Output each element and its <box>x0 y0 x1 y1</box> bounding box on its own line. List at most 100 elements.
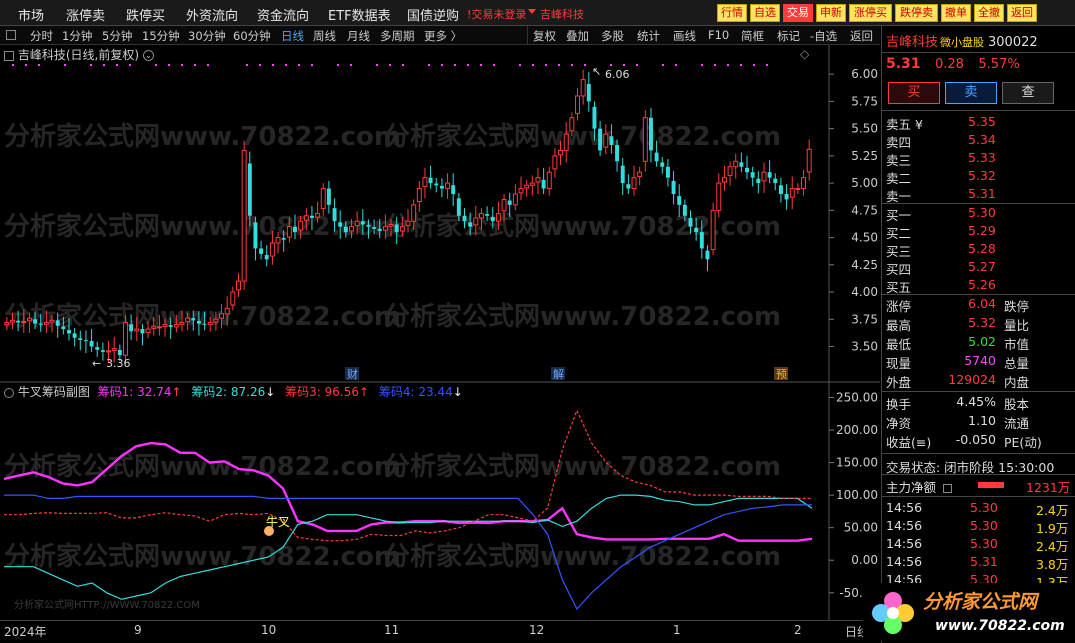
period-15min[interactable]: 15分钟 <box>142 28 180 44</box>
tool-adjust[interactable]: 复权 <box>533 28 556 44</box>
date-axis: 2024年 9 10 11 12 1 2 日线 <box>0 620 880 643</box>
sell-button[interactable]: 卖 <box>945 82 997 104</box>
ipo-button[interactable]: 申新 <box>816 4 846 22</box>
candle <box>236 273 241 297</box>
main-force-menu-icon[interactable] <box>943 484 952 493</box>
candle <box>806 139 812 181</box>
divider <box>882 52 1075 53</box>
period-weekly[interactable]: 周线 <box>313 28 336 44</box>
main-force-value: 1231万 <box>1026 480 1071 495</box>
ask-price: 5.31 <box>968 186 996 201</box>
tool-stats[interactable]: 统计 <box>637 28 660 44</box>
limit-down-sell-button[interactable]: 跌停卖 <box>895 4 938 22</box>
menu-limit-up-sell[interactable]: 涨停卖 <box>66 5 105 24</box>
watermark-text: 分析家公式网www.70822.com <box>384 211 781 242</box>
indicator-title[interactable]: 牛叉筹码副图 <box>18 385 90 399</box>
candle <box>247 151 252 227</box>
stat-value: 4.45% <box>956 394 996 409</box>
date-label-nov: 11 <box>384 623 400 637</box>
stat-value: -0.050 <box>955 432 996 447</box>
period-monthly[interactable]: 月线 <box>347 28 370 44</box>
stat-value: 1.10 <box>968 413 996 428</box>
menu-limit-down-buy[interactable]: 跌停买 <box>126 5 165 24</box>
limit-up-buy-button[interactable]: 涨停买 <box>849 4 892 22</box>
candle <box>671 171 676 205</box>
legend-chip4-arrow: ↓ <box>452 385 463 399</box>
ask-row[interactable]: 卖二 5.32 <box>886 168 1072 186</box>
bid-price: 5.29 <box>968 223 996 238</box>
window-toggle-icon[interactable] <box>6 30 16 40</box>
dot-marker <box>662 64 664 66</box>
legend-chip1: 筹码1: 32.74↑ <box>98 385 182 399</box>
period-daily[interactable]: 日线 <box>281 28 304 44</box>
candle <box>78 330 83 351</box>
watermark-text: 分析家公式网www.70822.com <box>384 121 781 152</box>
dropdown-arrow-icon[interactable] <box>528 9 536 14</box>
period-60min[interactable]: 60分钟 <box>233 28 271 44</box>
period-intraday[interactable]: 分时 <box>30 28 53 44</box>
chart-options-icon[interactable]: ⌄ <box>142 50 154 61</box>
dot-marker <box>753 64 755 66</box>
tool-simple-frame[interactable]: 简框 <box>741 28 764 44</box>
dot-marker <box>376 64 378 66</box>
indicator-tick-label: 200.00 <box>836 423 878 437</box>
chart-area[interactable]: 分析家公式网www.70822.com 分析家公式网www.70822.com 分析… <box>0 45 880 620</box>
chart-settings-icon[interactable]: ◇ <box>800 47 809 61</box>
tick-row: 14:56 5.30 2.4万 <box>886 536 1075 554</box>
ask-row[interactable]: 卖一 5.31 <box>886 186 1072 204</box>
dot-marker <box>129 64 131 66</box>
tick-time: 14:56 <box>886 554 923 569</box>
tool-overlay[interactable]: 叠加 <box>566 28 589 44</box>
tool-mark[interactable]: 标记 <box>777 28 800 44</box>
top-dot-markers <box>12 64 768 66</box>
dot-marker <box>727 64 729 66</box>
candle <box>535 167 541 194</box>
menu-capital-flow[interactable]: 资金流向 <box>257 5 309 24</box>
tool-back[interactable]: 返回 <box>850 28 873 44</box>
ask-row[interactable]: 卖三 5.33 <box>886 150 1072 168</box>
period-multi[interactable]: 多周期 <box>380 28 415 44</box>
tool-multi-stock[interactable]: 多股 <box>601 28 624 44</box>
candle <box>801 170 807 196</box>
menu-bond-repo[interactable]: 国债逆购 <box>407 5 459 24</box>
tool-remove-watchlist[interactable]: -自选 <box>810 28 837 44</box>
menu-etf-table[interactable]: ETF数据表 <box>328 5 391 24</box>
period-30min[interactable]: 30分钟 <box>188 28 226 44</box>
query-button[interactable]: 查 <box>1002 82 1054 104</box>
tool-f10[interactable]: F10 <box>708 28 729 42</box>
candle <box>445 173 451 199</box>
candle <box>716 173 722 218</box>
tick-volume: 2.4万 <box>1036 503 1069 518</box>
period-more[interactable]: 更多 〉 <box>424 28 462 44</box>
period-1min[interactable]: 1分钟 <box>62 28 92 44</box>
bid-row[interactable]: 买四 5.27 <box>886 259 1072 277</box>
menu-market[interactable]: 市场 <box>18 5 44 24</box>
ask-row[interactable]: 卖四 5.34 <box>886 132 1072 150</box>
bid-row[interactable]: 买二 5.29 <box>886 223 1072 241</box>
ask-row[interactable]: 卖五 ¥ 5.35 <box>886 114 1072 132</box>
indicator-menu-icon[interactable] <box>4 387 14 398</box>
candle <box>259 240 264 260</box>
watermark-text: 分析家公式网www.70822.com <box>4 541 401 572</box>
cancel-all-button[interactable]: 全撤 <box>974 4 1004 22</box>
dot-marker <box>402 64 404 66</box>
dot-marker <box>168 64 170 66</box>
trade-button[interactable]: 交易 <box>783 4 813 22</box>
tool-draw-line[interactable]: 画线 <box>673 28 696 44</box>
cancel-order-button[interactable]: 撤单 <box>941 4 971 22</box>
bid-row[interactable]: 买三 5.28 <box>886 241 1072 259</box>
period-5min[interactable]: 5分钟 <box>102 28 132 44</box>
price-tick-label: 5.50 <box>851 122 878 136</box>
chart-menu-icon[interactable] <box>4 50 14 61</box>
bid-row[interactable]: 买五 5.26 <box>886 277 1072 295</box>
watchlist-button[interactable]: 自选 <box>750 4 780 22</box>
buy-button[interactable]: 买 <box>888 82 940 104</box>
quote-button[interactable]: 行情 <box>717 4 747 22</box>
bid-row[interactable]: 买一 5.30 <box>886 205 1072 223</box>
stat-label: 净资 <box>886 416 912 431</box>
menu-foreign-flow[interactable]: 外资流向 <box>186 5 238 24</box>
back-button[interactable]: 返回 <box>1007 4 1037 22</box>
dot-marker <box>207 64 209 66</box>
login-status[interactable]: !交易未登录 <box>467 6 526 22</box>
tick-time: 14:56 <box>886 536 923 551</box>
